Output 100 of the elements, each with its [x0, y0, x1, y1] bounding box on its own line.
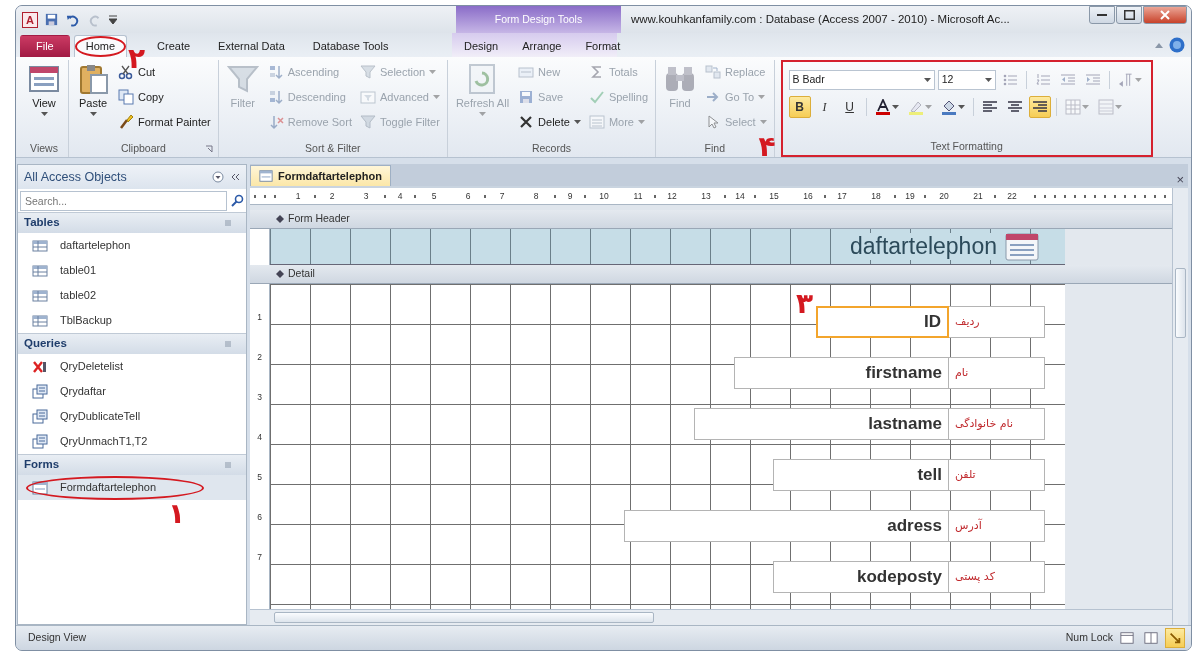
- save-icon: [44, 12, 59, 27]
- nav-item[interactable]: Qrydaftar: [18, 379, 246, 404]
- text-box[interactable]: kodeposty: [773, 561, 949, 593]
- window-title: www.kouhkanfamily.com : Database (Access 2007 - 2010) - Microsoft Ac...: [630, 11, 1011, 27]
- caret-icon: [758, 95, 766, 99]
- new-record-icon: [518, 64, 535, 80]
- toolbar-button[interactable]: Format Painter: [116, 111, 213, 133]
- app-logo: A: [22, 11, 38, 28]
- text-box[interactable]: ID: [816, 306, 949, 338]
- clipboard-icon: [77, 63, 109, 95]
- document-tab[interactable]: Formdaftartelephon: [250, 165, 391, 186]
- dropdown-circle-icon: [212, 171, 224, 183]
- nav-item[interactable]: daftartelephon: [18, 233, 246, 258]
- category-label: Queries: [24, 336, 67, 352]
- list-icon: [588, 114, 605, 130]
- caret-icon: [923, 77, 931, 82]
- save-icon: [518, 89, 535, 105]
- caret-icon: [40, 111, 48, 116]
- form-view-icon: [1120, 631, 1134, 645]
- ribbon-tab[interactable]: Format: [573, 35, 633, 57]
- section-label: Form Header: [288, 211, 350, 227]
- border-icon: [1097, 98, 1114, 115]
- contextual-tab-label: Form Design Tools: [456, 6, 621, 33]
- paintbrush-icon: [118, 114, 134, 130]
- maximize-icon: [1123, 10, 1135, 20]
- category-label: Tables: [24, 215, 60, 231]
- close-icon: [1160, 10, 1170, 20]
- query-icon: [32, 408, 48, 425]
- form-icon: [32, 479, 48, 496]
- text-box[interactable]: adress: [624, 510, 949, 542]
- align-left-icon: [981, 98, 998, 115]
- caret-icon: [432, 95, 440, 99]
- vertical-scrollbar[interactable]: [1172, 188, 1188, 625]
- sort-descending-icon: [267, 89, 284, 105]
- format-button[interactable]: U: [838, 95, 861, 118]
- nav-item[interactable]: TblBackup: [18, 308, 246, 333]
- ribbon-tab[interactable]: Arrange: [510, 35, 574, 57]
- section-marker-icon: [276, 215, 284, 223]
- nav-item[interactable]: Formdaftartelephon: [18, 475, 246, 500]
- paint-bucket-icon: [940, 98, 957, 115]
- nav-item[interactable]: table01: [18, 258, 246, 283]
- caret-icon: [957, 104, 965, 109]
- collapse-icon: [224, 219, 232, 227]
- annotation-number: ۳: [796, 290, 814, 318]
- ribbon-tab[interactable]: Create: [145, 35, 203, 57]
- nav-item[interactable]: QryDublicateTell: [18, 404, 246, 429]
- close-button[interactable]: ×: [1172, 173, 1188, 186]
- ribbon-tab[interactable]: Home: [73, 35, 128, 57]
- caret-icon: [573, 120, 581, 124]
- section-label: Detail: [288, 266, 315, 282]
- nav-item[interactable]: table02: [18, 283, 246, 308]
- gridlines-icon: [1064, 98, 1081, 115]
- caret-icon: [759, 120, 767, 124]
- design-view-icon: [1168, 631, 1182, 645]
- ribbon-tab[interactable]: Design: [452, 35, 511, 57]
- nav-item[interactable]: QryDeletelist: [18, 354, 246, 379]
- maximize-button[interactable]: [1116, 6, 1142, 24]
- table-icon: [32, 312, 48, 329]
- caret-icon: [891, 104, 899, 109]
- text-box[interactable]: lastname: [694, 408, 949, 440]
- close-button[interactable]: [1143, 6, 1187, 24]
- delete-icon: [518, 114, 535, 130]
- caret-icon: [924, 104, 932, 109]
- text-box[interactable]: tell: [773, 459, 949, 491]
- ribbon-tab[interactable]: Database Tools: [300, 35, 401, 57]
- toolbar-button[interactable]: Copy: [116, 86, 213, 108]
- search-icon: [230, 193, 244, 208]
- status-indicator: Num Lock: [1065, 630, 1113, 646]
- text-box[interactable]: firstname: [734, 357, 949, 389]
- annotation-number: ۴: [758, 133, 776, 161]
- collapse-icon: [224, 340, 232, 348]
- font-name-field[interactable]: B Badr: [788, 69, 935, 90]
- dialog-launcher-icon[interactable]: [204, 145, 213, 153]
- field-label: آدرس: [949, 510, 1045, 542]
- layout-view-icon: [1144, 631, 1158, 645]
- search-field[interactable]: Search...: [20, 190, 227, 211]
- format-button[interactable]: I: [813, 95, 836, 118]
- increase-indent-icon: [1085, 71, 1102, 88]
- format-button[interactable]: [1028, 95, 1051, 118]
- toolbar-button[interactable]: View: [25, 61, 63, 118]
- ribbon-tab[interactable]: File: [20, 35, 70, 57]
- minimize-button[interactable]: [1089, 6, 1115, 24]
- field-label: نام خانوادگی: [949, 408, 1045, 440]
- field-label: تلفن: [949, 459, 1045, 491]
- clear-sort-icon: [267, 114, 284, 130]
- font-size-field[interactable]: 12: [937, 69, 997, 90]
- toolbar-button[interactable]: Delete: [516, 111, 583, 133]
- query-icon: [32, 383, 48, 400]
- nav-item[interactable]: QryUnmachT1,T2: [18, 429, 246, 454]
- caret-icon: [1081, 104, 1089, 109]
- spell-check-icon: [588, 89, 605, 105]
- align-center-icon: [1006, 98, 1023, 115]
- horizontal-scrollbar[interactable]: [250, 609, 1172, 625]
- view-button[interactable]: [1165, 628, 1185, 648]
- toolbar-button[interactable]: Paste: [74, 61, 112, 118]
- field-label: ردیف: [949, 306, 1045, 338]
- ribbon-tab[interactable]: External Data: [206, 35, 297, 57]
- align-right-icon: [1031, 98, 1048, 115]
- horizontal-ruler: 1 2 3 4 5 6 7 8 9 10 11 12 13 14 15 16 17 18 19 20 21 22: [250, 188, 1172, 205]
- format-button[interactable]: B: [788, 95, 811, 118]
